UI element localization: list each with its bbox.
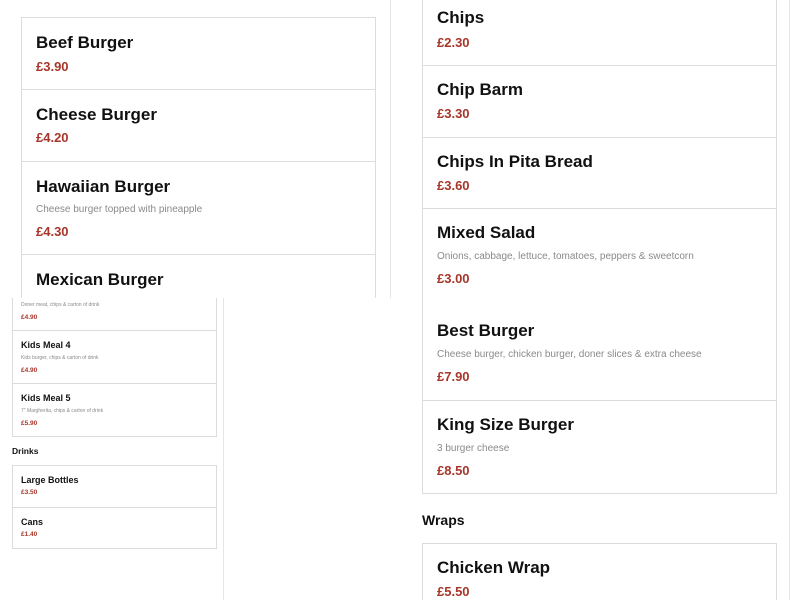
menu-item[interactable]: Beef Burger £3.90 [22,18,375,90]
top-right-pane: Chips £2.30 Chip Barm £3.30 Chips In Pit… [391,0,800,298]
item-description: Cheese burger, chicken burger, doner sli… [437,349,702,360]
item-name: Mexican Burger [36,270,164,289]
burger-list: Beef Burger £3.90 Cheese Burger £4.20 Ha… [21,17,376,298]
menu-item[interactable]: Hawaiian Burger Cheese burger topped wit… [22,162,375,255]
item-name: Chicken Wrap [437,558,551,577]
item-name: King Size Burger [437,415,574,434]
top-left-pane: Beef Burger £3.90 Cheese Burger £4.20 Ha… [0,0,390,298]
menu-item[interactable]: Doner meat, chips & carton of drink £4.9… [13,298,216,331]
wraps-heading: Wraps [422,512,465,528]
sides-list: Chips £2.30 Chip Barm £3.30 Chips In Pit… [422,0,777,298]
kids-meal-list: Doner meat, chips & carton of drink £4.9… [12,298,217,437]
item-price: £4.90 [21,367,38,374]
menu-item[interactable]: Chips £2.30 [423,0,776,66]
item-name: Chip Barm [437,80,523,99]
item-price: £4.90 [21,314,38,321]
item-price: £3.60 [437,178,470,193]
menu-item[interactable]: Mixed Salad Onions, cabbage, lettuce, to… [423,209,776,298]
item-price: £5.90 [21,420,38,427]
menu-item[interactable]: Cans £1.40 [13,508,216,549]
menu-item[interactable]: Chicken Wrap £5.50 [423,544,776,600]
bottom-left-pane: Doner meat, chips & carton of drink £4.9… [0,298,223,600]
menu-item[interactable]: Chip Barm £3.30 [423,66,776,138]
item-description: Doner meat, chips & carton of drink [21,302,100,308]
item-price: £1.40 [21,531,38,538]
item-price: £3.00 [437,271,470,286]
drinks-list: Large Bottles £3.50 Cans £1.40 [12,465,217,549]
menu-item[interactable]: Kids Meal 5 7" Margherita, chips & carto… [13,384,216,437]
item-name: Chips [437,8,485,27]
menu-item[interactable]: Chips In Pita Bread £3.60 [423,138,776,209]
item-name: Large Bottles [21,475,79,485]
drinks-heading: Drinks [12,446,39,456]
item-name: Kids Meal 5 [21,393,71,403]
item-name: Hawaiian Burger [36,177,171,196]
menu-item[interactable]: King Size Burger 3 burger cheese £8.50 [423,401,776,494]
item-price: £4.30 [36,224,69,239]
item-price: £3.50 [21,489,38,496]
item-price: £3.90 [36,59,69,74]
item-description: 3 burger cheese [437,443,510,454]
item-name: Mixed Salad [437,223,536,242]
bottom-right-pane: Best Burger Cheese burger, chicken burge… [224,298,800,600]
menu-item[interactable]: Mexican Burger [22,255,375,298]
item-name: Best Burger [437,321,535,340]
item-name: Kids Meal 4 [21,340,71,350]
item-name: Cans [21,517,44,527]
right-scrollbar-edge [789,0,790,600]
menu-item[interactable]: Large Bottles £3.50 [13,466,216,508]
item-description: Kids burger, chips & carton of drink [21,355,99,361]
item-price: £5.50 [437,584,470,599]
special-burger-list: Best Burger Cheese burger, chicken burge… [422,298,777,494]
item-price: £3.30 [437,106,470,121]
item-price: £8.50 [437,463,470,478]
item-price: £2.30 [437,35,470,50]
menu-item[interactable]: Cheese Burger £4.20 [22,90,375,162]
item-description: Onions, cabbage, lettuce, tomatoes, pepp… [437,251,694,262]
item-price: £4.20 [36,130,69,145]
item-name: Chips In Pita Bread [437,152,593,171]
item-name: Cheese Burger [36,105,157,124]
item-description: Cheese burger topped with pineapple [36,204,203,215]
menu-item[interactable]: Kids Meal 4 Kids burger, chips & carton … [13,331,216,384]
menu-item[interactable]: Best Burger Cheese burger, chicken burge… [423,298,776,401]
item-description: 7" Margherita, chips & carton of drink [21,408,104,414]
item-name: Beef Burger [36,33,134,52]
wraps-list: Chicken Wrap £5.50 [422,543,777,600]
item-price: £7.90 [437,369,470,384]
